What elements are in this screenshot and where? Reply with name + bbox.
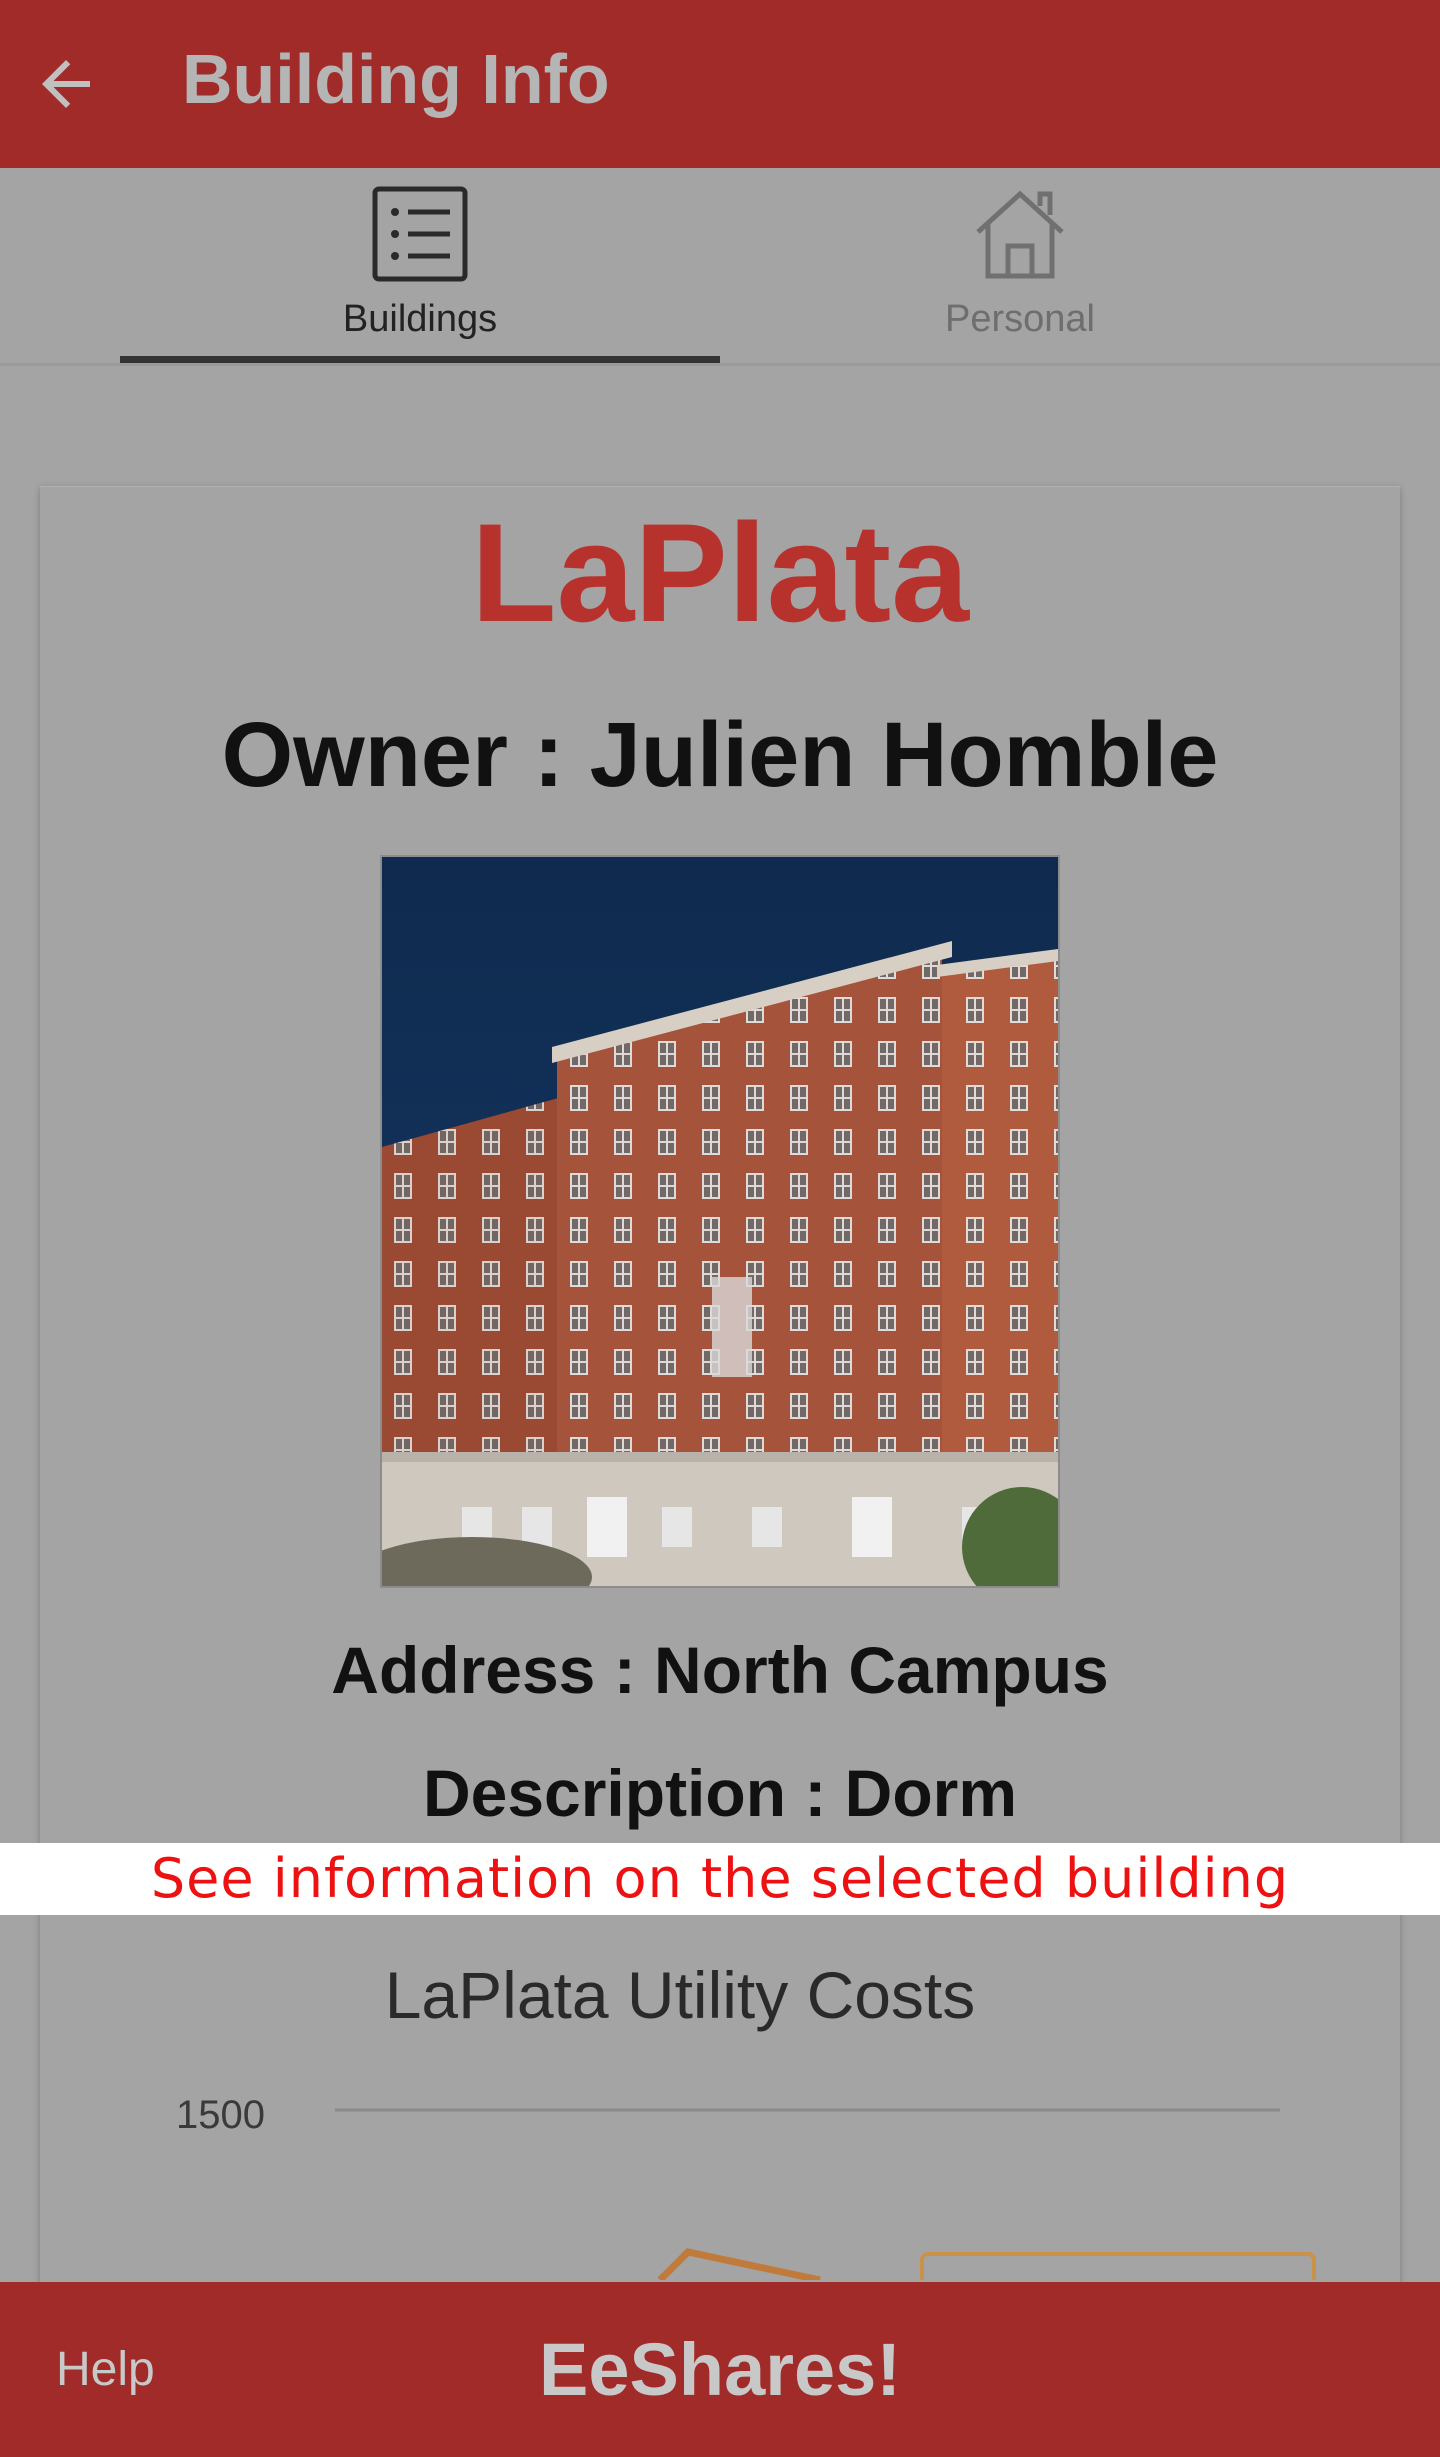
building-name: LaPlata: [471, 494, 969, 651]
back-button[interactable]: [24, 42, 108, 126]
utility-cost-chart: 1500: [176, 2093, 1316, 2280]
building-photo: [380, 855, 1060, 1588]
tab-label: Personal: [945, 298, 1095, 340]
tutorial-tooltip: See information on the selected building: [0, 1843, 1440, 1915]
y-tick-label: 1500: [176, 2093, 265, 2137]
legend-box: [920, 2252, 1316, 2280]
bottom-bar: Help EeShares!: [0, 2282, 1440, 2457]
page-title: Building Info: [182, 40, 610, 118]
tab-bar: Buildings Personal: [0, 168, 1440, 366]
house-icon: [976, 190, 1064, 279]
building-description: Description : Dorm: [422, 1756, 1018, 1830]
tab-buildings[interactable]: Buildings: [120, 168, 720, 363]
building-owner: Owner : Julien Homble: [221, 704, 1219, 806]
series-line: [657, 2248, 821, 2280]
app-bar: Building Info: [0, 0, 1440, 168]
arrow-left-icon: [42, 60, 90, 108]
selected-tab-indicator: [120, 356, 720, 363]
building-image: [382, 857, 1058, 1586]
tab-personal[interactable]: Personal: [720, 168, 1320, 363]
brand-title: EeShares!: [539, 2328, 901, 2411]
building-address: Address : North Campus: [331, 1633, 1109, 1707]
list-icon: [372, 186, 468, 282]
chart-title: LaPlata Utility Costs: [384, 1958, 976, 2032]
tab-label: Buildings: [342, 298, 498, 340]
